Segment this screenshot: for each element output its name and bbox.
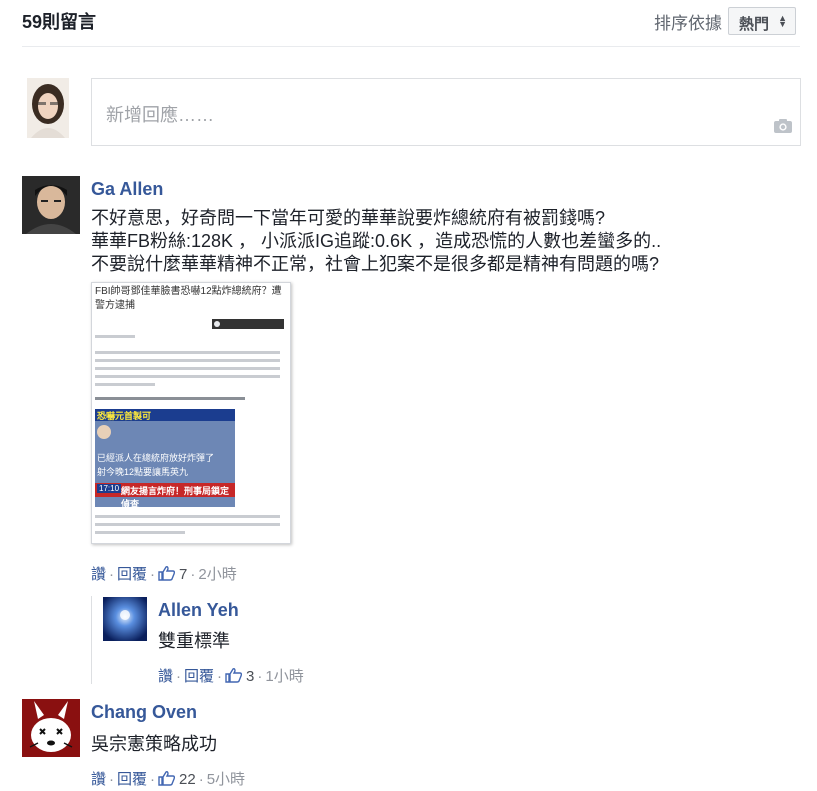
comment-time[interactable]: 1小時	[265, 668, 303, 685]
comment-line: 華華FB粉絲:128K ， 小派派IG追蹤:0.6K ，造成恐慌的人數也差蠻多的…	[91, 231, 662, 251]
comment-author[interactable]: Ga Allen	[91, 179, 163, 200]
like-count: 7	[179, 566, 188, 583]
comment-actions: 讚 · 回覆 · 7 · 2小時	[91, 566, 237, 583]
comment-text: 雙重標準	[158, 630, 230, 653]
thumbs-up-icon[interactable]	[158, 771, 176, 786]
comment-input[interactable]: 新增回應……	[91, 78, 801, 146]
thumbs-up-icon[interactable]	[158, 566, 176, 581]
comment-line: 雙重標準	[158, 631, 230, 651]
reply-thread-line	[91, 596, 92, 684]
comment-count: 59則留言	[22, 12, 97, 32]
comments-header: 59則留言 排序依據 熱門 ▲ ▼	[22, 0, 800, 47]
like-button[interactable]: 讚	[91, 566, 106, 583]
image-headline: FBI帥哥鄧佳華臉書恐嚇12點炸總統府？遭警方逮捕	[95, 286, 282, 311]
comment-author[interactable]: Chang Oven	[91, 702, 197, 723]
caption-line-2: 射今晚12點要讓馬英九	[97, 467, 189, 477]
comment-author[interactable]: Allen Yeh	[158, 600, 239, 621]
chip: 17:10	[97, 484, 122, 493]
sort-label: 排序依據	[654, 14, 722, 33]
sort-value: 熱門	[739, 16, 770, 33]
avatar[interactable]	[103, 597, 147, 641]
news-video-frame: 恐嚇元首製可 已經派人在總統府放好炸彈了 射今晚12點要讓馬英九 17:10 網…	[95, 409, 235, 507]
sort-dropdown[interactable]: 熱門 ▲ ▼	[728, 7, 796, 35]
camera-icon[interactable]	[774, 119, 792, 133]
like-button[interactable]: 讚	[91, 771, 106, 788]
comment-time[interactable]: 5小時	[207, 771, 245, 788]
current-user-avatar	[27, 78, 69, 138]
comment-text: 吳宗憲策略成功	[91, 733, 217, 756]
comment-line: 不要說什麼華華精神不正常，社會上犯案不是很多都是精神有問題的嗎?	[91, 254, 660, 274]
banner-bottom: 網友揚言炸府！刑事局鎖定偵查	[121, 486, 230, 507]
reply-button[interactable]: 回覆	[117, 771, 147, 788]
like-count: 22	[179, 771, 196, 788]
comment-input-placeholder: 新增回應……	[106, 105, 214, 125]
comment-time[interactable]: 2小時	[198, 566, 236, 583]
avatar[interactable]	[22, 699, 80, 757]
comment-line: 不好意思，好奇問一下當年可愛的華華說要炸總統府有被罰錢嗎?	[91, 208, 606, 228]
attached-news-image[interactable]: FBI帥哥鄧佳華臉書恐嚇12點炸總統府？遭警方逮捕 恐嚇元首製可 已經派人在總統…	[91, 282, 291, 544]
like-button[interactable]: 讚	[158, 668, 173, 685]
comment-actions: 讚 · 回覆 · 3 · 1小時	[158, 668, 304, 685]
thumbs-up-icon[interactable]	[225, 668, 243, 683]
reply-button[interactable]: 回覆	[184, 668, 214, 685]
banner-top: 恐嚇元首製可	[97, 411, 152, 421]
reply-button[interactable]: 回覆	[117, 566, 147, 583]
comment-text: 不好意思，好奇問一下當年可愛的華華說要炸總統府有被罰錢嗎? 華華FB粉絲:128…	[91, 207, 661, 276]
caption-line-1: 已經派人在總統府放好炸彈了	[97, 453, 215, 463]
avatar[interactable]	[22, 176, 80, 234]
comment-line: 吳宗憲策略成功	[91, 734, 217, 754]
like-count: 3	[246, 668, 255, 685]
comment-actions: 讚 · 回覆 · 22 · 5小時	[91, 771, 246, 788]
sort-caret-icon: ▲ ▼	[778, 13, 787, 29]
